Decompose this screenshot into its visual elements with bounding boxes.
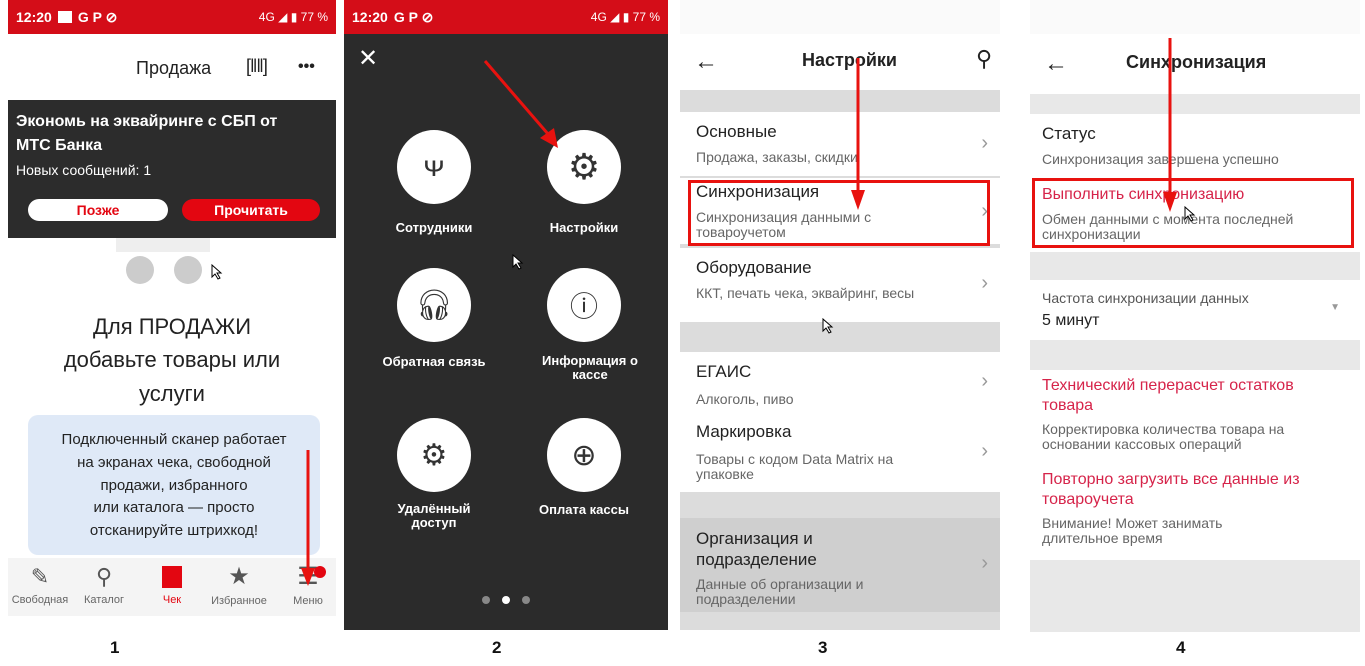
menu-item-feedback[interactable]: 🎧︎ Обратная связь — [374, 268, 494, 369]
barcode-icon[interactable]: [‖‖] — [246, 56, 268, 77]
app-header: ← Настройки ⚲ — [680, 34, 1000, 90]
mouse-cursor — [512, 254, 524, 270]
nav-catalog[interactable]: ⚲ Каталог — [74, 558, 134, 606]
back-arrow-icon[interactable]: ← — [1044, 50, 1068, 78]
menu-icon: ☰ — [297, 563, 319, 590]
caption-3: 3 — [818, 638, 828, 657]
menu-item-settings[interactable]: ⚙ Настройки — [524, 130, 644, 235]
page-title: Настройки — [802, 50, 897, 70]
status-bar: 12:20 G P ⊘ 4G ◢ ▮ 77 % — [344, 0, 668, 34]
nav-menu[interactable]: ☰ Меню — [280, 558, 336, 607]
mouse-cursor — [211, 264, 223, 280]
app-header: ← Синхронизация — [1030, 34, 1360, 94]
status-right: 4G ◢ ▮ 77 % — [258, 10, 328, 24]
register-info-icon: ⓘ — [547, 268, 621, 342]
recalc-stock-row[interactable]: Технический перерасчет остатков товара К… — [1030, 370, 1360, 466]
search-icon: ⚲ — [95, 564, 113, 589]
status-time: 12:20 — [16, 9, 52, 25]
star-icon: ★ — [228, 563, 250, 590]
status-bar — [680, 0, 1000, 34]
menu-badge — [314, 566, 326, 578]
chevron-right-icon: › — [981, 440, 988, 462]
mouse-cursor — [1184, 206, 1196, 222]
app-header: Продажа [‖‖] ••• — [8, 34, 336, 100]
page-title: Продажа — [136, 58, 212, 78]
search-icon[interactable]: ⚲ — [976, 46, 992, 72]
nav-favorites[interactable]: ★ Избранное — [206, 558, 272, 607]
remote-access-icon: ⚙ — [397, 418, 471, 492]
chevron-down-icon: ▼ — [1330, 302, 1340, 313]
chevron-right-icon: › — [981, 132, 988, 154]
status-bar: 12:20 G P ⊘ 4G ◢ ▮ 77 % — [8, 0, 336, 34]
promo-messages: Новых сообщений: 1 — [16, 162, 152, 178]
payment-icon: ⊕ — [547, 418, 621, 492]
promo-banner: Экономь на эквайринге с СБП от МТС Банка… — [8, 100, 336, 238]
headset-icon: 🎧︎ — [397, 268, 471, 342]
menu-item-employees[interactable]: ᴪ Сотрудники — [374, 130, 494, 235]
later-button[interactable]: Позже — [28, 199, 168, 221]
scanner-tip: Подключенный сканер работает на экранах … — [28, 415, 320, 555]
promo-title: Экономь на эквайринге с СБП от МТС Банка — [16, 113, 278, 154]
menu-item-remote-access[interactable]: ⚙ Удалённый доступ — [374, 418, 494, 531]
screen-3-settings: ← Настройки ⚲ Основные Продажа, заказы, … — [680, 0, 1000, 630]
cart-illustration — [98, 238, 228, 284]
settings-row-equipment[interactable]: Оборудование ККТ, печать чека, эквайринг… — [680, 248, 1000, 322]
page-dots — [482, 596, 530, 604]
mouse-cursor — [822, 318, 834, 334]
screen-1-sale: 12:20 G P ⊘ 4G ◢ ▮ 77 % Продажа [‖‖] ••• … — [8, 0, 336, 616]
chevron-right-icon: › — [981, 370, 988, 392]
settings-row-organization[interactable]: Организация и подразделение Данные об ор… — [680, 518, 1000, 612]
menu-item-register-info[interactable]: ⓘ Информация о кассе — [524, 268, 644, 383]
caption-4: 4 — [1176, 638, 1186, 657]
read-button[interactable]: Прочитать — [182, 199, 320, 221]
people-icon: ᴪ — [397, 130, 471, 204]
chevron-right-icon: › — [981, 552, 988, 574]
sync-status: Статус Синхронизация завершена успешно — [1030, 114, 1360, 180]
sync-frequency-select[interactable]: Частота синхронизации данных 5 минут ▼ — [1030, 280, 1360, 340]
highlight-box-sync — [688, 180, 990, 246]
caption-2: 2 — [492, 638, 502, 657]
gear-icon: ⚙ — [547, 130, 621, 204]
settings-row-general[interactable]: Основные Продажа, заказы, скидки › — [680, 112, 1000, 176]
nav-receipt[interactable]: Чек — [144, 558, 200, 606]
screen-2-menu: 12:20 G P ⊘ 4G ◢ ▮ 77 % ✕ ᴪ Сотрудники ⚙ … — [344, 0, 668, 630]
back-arrow-icon[interactable]: ← — [694, 48, 718, 76]
chevron-right-icon: › — [981, 272, 988, 294]
notification-icon — [57, 11, 72, 23]
empty-state-text: Для ПРОДАЖИ добавьте товары или услуги — [63, 314, 281, 406]
page-title: Синхронизация — [1126, 52, 1267, 72]
caption-1: 1 — [110, 638, 120, 657]
bottom-nav: ✎ Свободная ⚲ Каталог Чек ★ Избранное ☰ … — [8, 558, 336, 616]
reload-data-row[interactable]: Повторно загрузить все данные из товароу… — [1030, 466, 1360, 560]
settings-row-egais[interactable]: ЕГАИС Алкоголь, пиво › — [680, 352, 1000, 414]
menu-item-register-payment[interactable]: ⊕ Оплата кассы — [524, 418, 644, 517]
close-icon[interactable]: ✕ — [358, 44, 378, 73]
status-bar — [1030, 0, 1360, 34]
pencil-icon: ✎ — [30, 564, 50, 589]
receipt-icon — [162, 566, 182, 588]
screen-4-sync: ← Синхронизация Статус Синхронизация зав… — [1030, 0, 1360, 632]
more-button[interactable]: ••• — [298, 58, 315, 76]
settings-row-marking[interactable]: Маркировка Товары с кодом Data Matrix на… — [680, 414, 1000, 492]
nav-free-sale[interactable]: ✎ Свободная — [8, 558, 72, 606]
